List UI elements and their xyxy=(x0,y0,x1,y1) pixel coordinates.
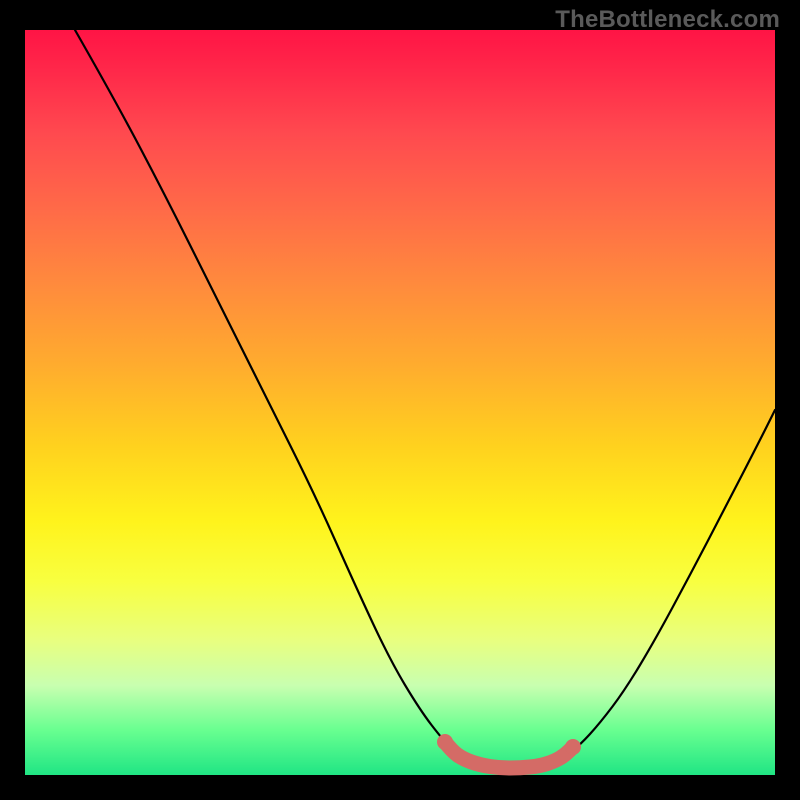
black-curve-path xyxy=(75,30,775,768)
highlight-dot xyxy=(437,734,453,750)
chart-container: TheBottleneck.com xyxy=(0,0,800,800)
highlight-segment-path xyxy=(445,742,573,768)
watermark-text: TheBottleneck.com xyxy=(555,6,780,34)
highlight-dot xyxy=(565,739,581,755)
plot-area xyxy=(25,30,775,775)
curve-svg xyxy=(25,30,775,775)
